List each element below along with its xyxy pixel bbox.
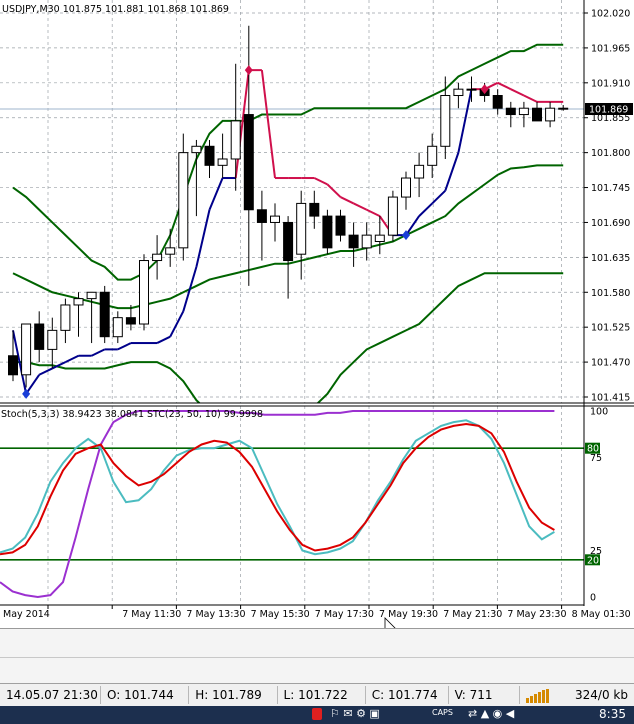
price-tick-label: 101.635 bbox=[591, 253, 630, 264]
price-tick-label: 101.800 bbox=[591, 148, 630, 159]
candle-body bbox=[86, 291, 97, 300]
time-tick-label: 8 May 01:30 bbox=[572, 609, 631, 620]
status-high: H: 101.789 bbox=[189, 686, 278, 704]
price-tick-label: 101.910 bbox=[591, 78, 630, 89]
price-tick-label: 101.470 bbox=[591, 358, 630, 369]
candle-body bbox=[217, 158, 228, 166]
candle-body bbox=[230, 120, 241, 160]
candle bbox=[322, 209, 333, 255]
candle-body bbox=[414, 164, 425, 179]
candle-body bbox=[99, 291, 110, 338]
status-time: 14.05.07 21:30 bbox=[0, 686, 101, 704]
tray-icons: ⚐ ✉ ⚙ ▣ bbox=[330, 707, 380, 720]
osc-level-tag-label: 20 bbox=[587, 555, 599, 566]
candle-body bbox=[73, 298, 84, 306]
candle-body bbox=[532, 107, 542, 122]
candle-body bbox=[466, 88, 477, 91]
candle-body bbox=[270, 215, 280, 223]
os-taskbar: ⚐ ✉ ⚙ ▣ CAPS ⇄ ▲ ◉ ◀ 8:35 bbox=[0, 706, 634, 724]
time-tick-label: 7 May 15:30 bbox=[251, 609, 310, 620]
candle-body bbox=[256, 209, 267, 223]
price-tick-label: 101.965 bbox=[591, 43, 630, 54]
candle-body bbox=[191, 145, 202, 154]
status-bar: 14.05.07 21:30 O: 101.744 H: 101.789 L: … bbox=[0, 683, 634, 706]
candle-body bbox=[112, 317, 123, 338]
time-tick-label: 7 May 23:30 bbox=[507, 609, 566, 620]
price-tick-label: 101.580 bbox=[591, 288, 630, 299]
price-tick-label: 101.415 bbox=[591, 393, 630, 404]
candle-body bbox=[152, 253, 163, 262]
price-tick-label: 101.745 bbox=[591, 183, 630, 194]
osc-tick-label: 100 bbox=[590, 407, 608, 418]
symbol-header: USDJPY,M30 101.875 101.881 101.868 101.8… bbox=[2, 4, 229, 15]
candle-body bbox=[440, 95, 451, 147]
candle-body bbox=[348, 234, 359, 249]
candle-body bbox=[492, 95, 503, 109]
candle-body bbox=[374, 234, 385, 242]
candle-body bbox=[453, 88, 464, 97]
candle-body bbox=[21, 323, 32, 376]
tray-network-icon: ⇄ ▲ ◉ ◀ bbox=[468, 707, 515, 720]
candle-body bbox=[309, 202, 320, 217]
caps-indicator: CAPS bbox=[432, 708, 453, 717]
clock: 8:35 bbox=[599, 707, 626, 721]
status-close: C: 101.774 bbox=[366, 686, 449, 704]
candle-body bbox=[558, 107, 569, 110]
connection-bars-icon bbox=[520, 686, 569, 704]
candle-body bbox=[139, 260, 149, 325]
candle-body bbox=[545, 107, 556, 122]
candle-body bbox=[8, 355, 18, 376]
candle-body bbox=[505, 107, 516, 116]
status-volume: V: 711 bbox=[449, 686, 521, 704]
time-tick-label: 7 May 17:30 bbox=[315, 609, 374, 620]
candle-body bbox=[204, 145, 215, 166]
candle bbox=[99, 285, 110, 344]
price-tick-label: 101.525 bbox=[591, 323, 630, 334]
price-tick-label: 101.690 bbox=[591, 218, 630, 229]
candle-body bbox=[125, 317, 136, 325]
candle-body bbox=[335, 215, 346, 236]
candle-body bbox=[387, 196, 398, 236]
candle-body bbox=[283, 221, 294, 262]
candle-body bbox=[361, 234, 372, 249]
current-price-label: 101.869 bbox=[589, 105, 628, 116]
time-tick-label: 7 May 21:30 bbox=[443, 609, 502, 620]
time-tick-label: 7 May 13:30 bbox=[186, 609, 245, 620]
candle-body bbox=[427, 145, 438, 166]
candle-body bbox=[34, 323, 45, 350]
candle-body bbox=[296, 202, 307, 255]
status-low: L: 101.722 bbox=[278, 686, 366, 704]
candle-body bbox=[243, 114, 254, 211]
candle-body bbox=[518, 107, 529, 116]
candle bbox=[178, 133, 189, 261]
empty-panel bbox=[0, 628, 634, 684]
candle-body bbox=[60, 304, 71, 331]
osc-tick-label: 0 bbox=[590, 593, 596, 604]
time-tick-label: May 2014 bbox=[3, 609, 50, 620]
candle-body bbox=[401, 177, 411, 198]
time-tick-label: 7 May 11:30 bbox=[122, 609, 181, 620]
osc-level-tag-label: 80 bbox=[587, 444, 599, 455]
chart-area[interactable]: 102.020101.965101.910101.855101.800101.7… bbox=[0, 0, 634, 628]
status-traffic: 324/0 kb bbox=[575, 688, 628, 702]
stoch-header: Stoch(5,3,3) 38.9423 38.0841 STC(23, 50,… bbox=[1, 409, 263, 420]
candle-body bbox=[178, 152, 189, 249]
candle bbox=[139, 254, 149, 331]
candle-body bbox=[47, 329, 58, 350]
candle-body bbox=[165, 247, 176, 255]
price-tick-label: 102.020 bbox=[591, 9, 630, 20]
time-tick-label: 7 May 19:30 bbox=[379, 609, 438, 620]
app-tray-icon[interactable] bbox=[312, 708, 322, 720]
status-open: O: 101.744 bbox=[101, 686, 190, 704]
candle-body bbox=[322, 215, 333, 249]
candle bbox=[387, 190, 398, 242]
